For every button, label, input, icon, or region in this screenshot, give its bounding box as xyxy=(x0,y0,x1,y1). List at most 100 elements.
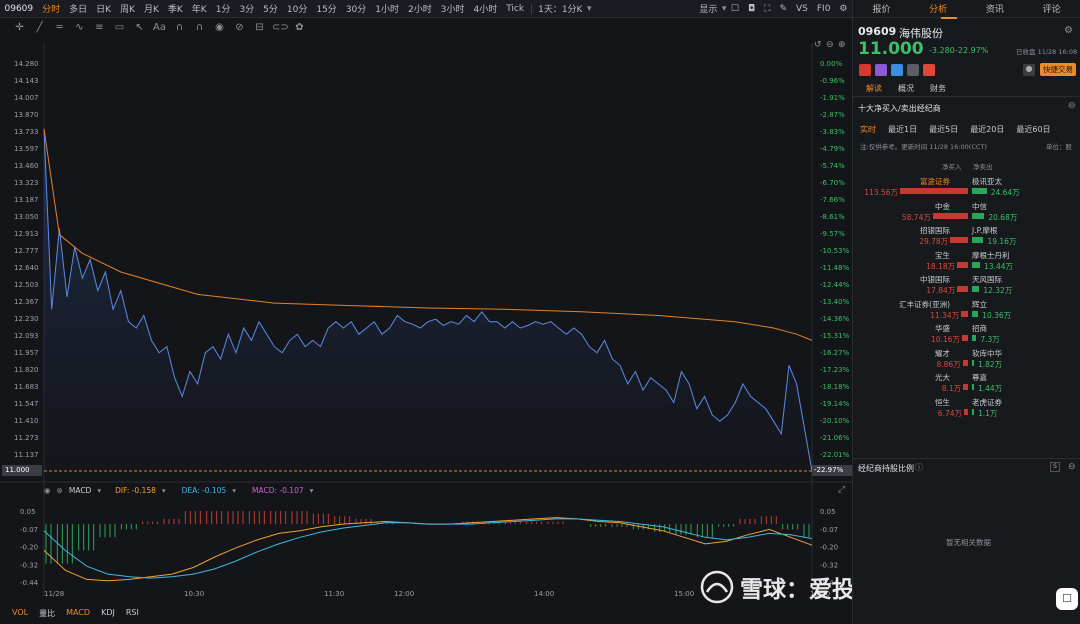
sell-broker-name[interactable]: 软库中华 xyxy=(972,348,1002,359)
period-20d[interactable]: 最近20日 xyxy=(970,124,1004,135)
fib-tool-icon[interactable]: ≡ xyxy=(92,22,107,33)
period-tab-1h[interactable]: 1小时 xyxy=(371,2,404,15)
settings-icon[interactable]: ⚙ xyxy=(835,4,852,14)
chevron-down-icon[interactable]: ▾ xyxy=(97,486,101,495)
wave-tool-icon[interactable]: ∿ xyxy=(72,22,87,33)
text-tool-icon[interactable]: Aa xyxy=(152,22,167,33)
sell-broker-name[interactable]: 辉立 xyxy=(972,299,987,310)
magnet-icon[interactable]: ∩ xyxy=(172,22,187,33)
delete-icon[interactable]: ⊘ xyxy=(232,22,247,33)
period-tab-intraday[interactable]: 分时 xyxy=(38,2,65,15)
pen-icon[interactable]: ✎ xyxy=(775,4,792,14)
buy-broker-name[interactable]: 恒生 xyxy=(935,397,950,408)
period-5d[interactable]: 最近5日 xyxy=(929,124,958,135)
rect-tool-icon[interactable]: ▭ xyxy=(112,22,127,33)
sell-broker-name[interactable]: J.P.摩根 xyxy=(972,225,997,236)
chevron-down-icon[interactable]: ▾ xyxy=(162,486,166,495)
buy-broker-name[interactable]: 华盛 xyxy=(935,323,950,334)
export-icon[interactable]: S xyxy=(1050,462,1060,472)
chevron-down-icon[interactable]: ▾ xyxy=(232,486,236,495)
subtab-interpret[interactable]: 解读 xyxy=(866,83,882,94)
tab-analysis[interactable]: 分析 xyxy=(910,2,967,15)
bell-icon[interactable]: ● xyxy=(1023,64,1035,76)
zoom-out-icon[interactable]: ⊖ xyxy=(826,40,834,50)
indicator-tab-volratio[interactable]: 量比 xyxy=(39,608,55,619)
info-icon[interactable]: ⓘ xyxy=(915,462,923,473)
lock-icon[interactable]: ⊟ xyxy=(252,22,267,33)
collapse-icon[interactable]: ⊖ xyxy=(1068,101,1076,111)
checkbox-icon[interactable]: ☐ xyxy=(726,4,743,14)
vs-button[interactable]: VS xyxy=(791,4,812,14)
buy-broker-name[interactable]: 中银国际 xyxy=(920,274,950,285)
expand-icon[interactable]: ⤢ xyxy=(837,485,845,495)
period-tab-2h[interactable]: 2小时 xyxy=(404,2,437,15)
subtab-overview[interactable]: 概况 xyxy=(898,83,914,94)
period-tab-tick[interactable]: Tick xyxy=(502,4,529,14)
tab-quote[interactable]: 报价 xyxy=(853,2,910,15)
collapse-icon[interactable]: ⊖ xyxy=(1068,462,1076,472)
period-1d[interactable]: 最近1日 xyxy=(888,124,917,135)
chevron-down-icon[interactable]: ▾ xyxy=(310,486,314,495)
hline-tool-icon[interactable]: ═ xyxy=(52,22,67,33)
period-tab-15m[interactable]: 15分 xyxy=(312,2,341,15)
crosshair-icon[interactable]: ✛ xyxy=(12,22,27,33)
period-realtime[interactable]: 实时 xyxy=(860,124,876,135)
display-menu[interactable]: 显示 xyxy=(695,2,722,15)
period-tab-multiday[interactable]: 多日 xyxy=(65,2,92,15)
sell-broker-name[interactable]: 招商 xyxy=(972,323,987,334)
period-select[interactable]: 1天：1分K xyxy=(534,2,587,15)
period-tab-4h[interactable]: 4小时 xyxy=(469,2,502,15)
period-tab-quarter[interactable]: 季K xyxy=(163,2,187,15)
chevron-down-icon[interactable]: ▾ xyxy=(587,4,592,14)
tab-comments[interactable]: 评论 xyxy=(1023,2,1080,15)
buy-broker-name[interactable]: 富途证券 xyxy=(920,176,950,187)
period-tab-3h[interactable]: 3小时 xyxy=(436,2,469,15)
subtab-finance[interactable]: 财务 xyxy=(930,83,946,94)
close-icon[interactable]: ⊗ xyxy=(57,486,63,495)
fullscreen-icon[interactable]: ⛶ xyxy=(760,4,775,14)
period-tab-5m[interactable]: 5分 xyxy=(259,2,283,15)
eye-icon[interactable]: ◉ xyxy=(44,486,51,495)
indicator-tab-vol[interactable]: VOL xyxy=(12,608,28,619)
buy-broker-name[interactable]: 宝生 xyxy=(935,250,950,261)
gear-icon[interactable]: ⚙ xyxy=(1064,25,1073,36)
price-chart[interactable]: 14.280 0.00% 14.143 -0.96% 14.007 -1.91% 13.87… xyxy=(0,36,852,624)
indicator-tab-macd[interactable]: MACD xyxy=(66,608,90,619)
fib-button[interactable]: FI0 xyxy=(812,4,835,14)
period-tab-30m[interactable]: 30分 xyxy=(341,2,370,15)
link-icon[interactable]: ⊂⊃ xyxy=(272,22,289,33)
camera-icon[interactable]: ◘ xyxy=(744,4,760,14)
sell-broker-name[interactable]: 尊嘉 xyxy=(972,372,987,383)
period-tab-month[interactable]: 月K xyxy=(139,2,163,15)
tab-news[interactable]: 资讯 xyxy=(967,2,1024,15)
period-tab-day[interactable]: 日K xyxy=(92,2,116,15)
period-tab-year[interactable]: 年K xyxy=(187,2,211,15)
sell-broker-name[interactable]: 中信 xyxy=(972,201,987,212)
quick-trade-button[interactable]: 快捷交易 xyxy=(1040,63,1076,76)
undo-icon[interactable]: ↺ xyxy=(814,40,822,50)
buy-broker-name[interactable]: 中金 xyxy=(935,201,950,212)
gear-icon[interactable]: ✿ xyxy=(292,22,307,33)
arrow-tool-icon[interactable]: ↖ xyxy=(132,22,147,33)
sell-broker-name[interactable]: 极讯亚太 xyxy=(972,176,1002,187)
buy-broker-name[interactable]: 汇丰证券(亚洲) xyxy=(899,299,950,310)
buy-broker-name[interactable]: 招银国际 xyxy=(920,225,950,236)
indicator-tab-kdj[interactable]: KDJ xyxy=(101,608,115,619)
zoom-in-icon[interactable]: ⊕ xyxy=(838,40,846,50)
sell-broker-name[interactable]: 摩根士丹利 xyxy=(972,250,1010,261)
buy-broker-name[interactable]: 光大 xyxy=(935,372,950,383)
magnet-strong-icon[interactable]: ∩ xyxy=(192,22,207,33)
buy-broker-name[interactable]: 耀才 xyxy=(935,348,950,359)
sell-broker-name[interactable]: 老虎证券 xyxy=(972,397,1002,408)
period-tab-10m[interactable]: 10分 xyxy=(282,2,311,15)
period-tab-3m[interactable]: 3分 xyxy=(235,2,259,15)
chat-bubble-icon[interactable]: ☐ xyxy=(1056,588,1078,610)
period-60d[interactable]: 最近60日 xyxy=(1016,124,1050,135)
period-tab-week[interactable]: 周K xyxy=(116,2,140,15)
eye-icon[interactable]: ◉ xyxy=(212,22,227,33)
line-tool-icon[interactable]: ╱ xyxy=(32,22,47,33)
period-tab-1m[interactable]: 1分 xyxy=(211,2,235,15)
stock-code-tab[interactable]: 09609 xyxy=(0,4,38,14)
indicator-tab-rsi[interactable]: RSI xyxy=(126,608,139,619)
macd-name[interactable]: MACD xyxy=(69,486,91,495)
